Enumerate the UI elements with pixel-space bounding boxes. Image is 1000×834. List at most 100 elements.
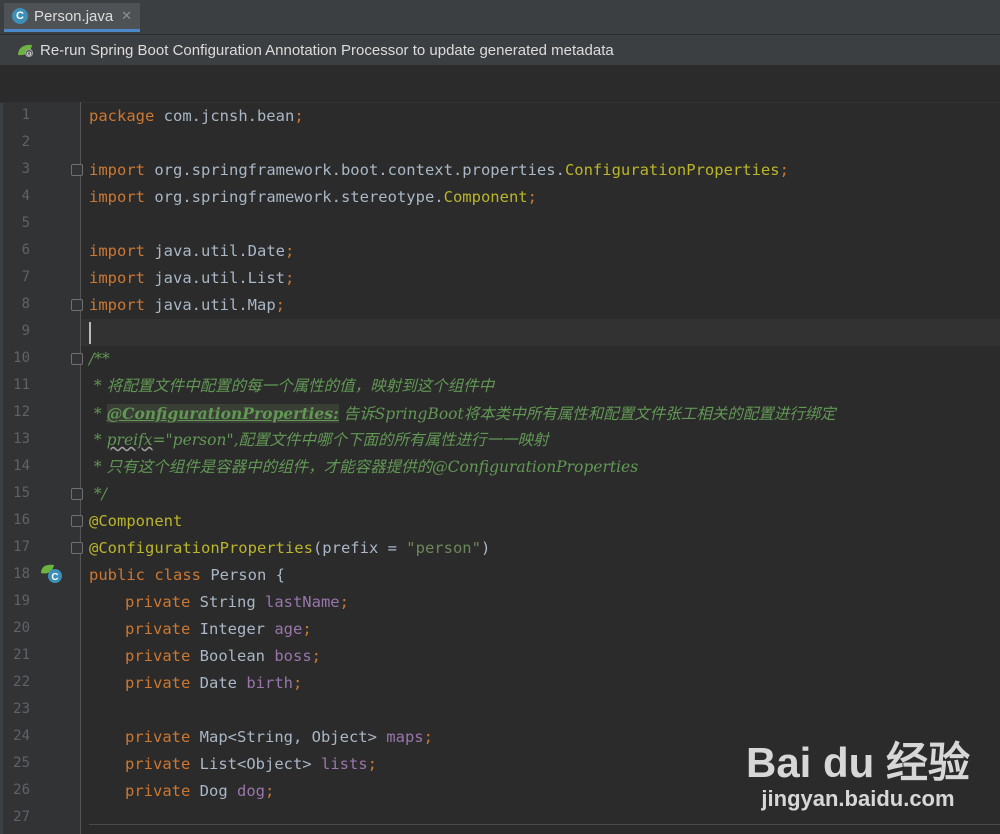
code-line-19: private String lastName;: [81, 589, 1000, 616]
keyword: import: [89, 242, 145, 260]
notification-bar[interactable]: Re-run Spring Boot Configuration Annotat…: [0, 35, 1000, 65]
line-number: 15: [13, 485, 30, 501]
code-line-18: public class Person {: [81, 562, 1000, 589]
import-path: org.springframework.boot.context.propert…: [145, 161, 565, 179]
keyword: import: [89, 161, 145, 179]
line-number: 21: [13, 647, 30, 663]
code-line-16: @Component: [81, 508, 1000, 535]
semicolon: ;: [275, 296, 285, 314]
comment: 告诉SpringBoot将本类中所有属性和配置文件张工相关的配置进行绑定: [338, 405, 836, 423]
type: Boolean: [190, 647, 275, 665]
annotation-args: (prefix =: [312, 539, 407, 557]
type: Map<String, Object>: [190, 728, 387, 746]
keyword: private: [125, 593, 191, 611]
semicolon: ;: [527, 188, 537, 206]
annotation: @Component: [89, 512, 183, 530]
field-name: dog: [237, 782, 265, 800]
line-number: 13: [13, 431, 30, 447]
code-editor[interactable]: package com.jcnsh.bean; import org.sprin…: [81, 102, 1000, 834]
line-number: 24: [13, 728, 30, 744]
keyword: import: [89, 296, 145, 314]
watermark-logo: Bai du 经验: [745, 739, 970, 786]
line-number: 3: [21, 161, 30, 177]
annotation: @ConfigurationProperties: [89, 539, 313, 557]
code-line-22: private Date birth;: [81, 670, 1000, 697]
semicolon: ;: [293, 674, 303, 692]
semicolon: ;: [367, 755, 377, 773]
keyword: private: [125, 728, 191, 746]
string-literal: "person": [406, 539, 481, 557]
code-line-6: import java.util.Date;: [81, 238, 1000, 265]
keyword: private: [125, 755, 191, 773]
semicolon: ;: [265, 782, 275, 800]
code-line-15: */: [81, 481, 1000, 508]
code-line-3: import org.springframework.boot.context.…: [81, 157, 1000, 184]
method-separator: [89, 824, 1000, 825]
close-icon[interactable]: ✕: [121, 8, 132, 24]
type: Date: [190, 674, 247, 692]
line-number: 23: [13, 701, 30, 717]
type: String: [190, 593, 265, 611]
code-line-11: * 将配置文件中配置的每一个属性的值，映射到这个组件中: [81, 373, 1000, 400]
keyword: private: [125, 647, 191, 665]
code-line-17: @ConfigurationProperties(prefix = "perso…: [81, 535, 1000, 562]
field-name: birth: [246, 674, 293, 692]
spring-bean-gutter-icon[interactable]: C: [40, 563, 64, 585]
svg-text:C: C: [51, 572, 58, 583]
field-name: lastName: [264, 593, 340, 611]
line-number: 25: [13, 755, 30, 771]
line-number: 2: [21, 134, 30, 150]
line-number: 7: [21, 269, 30, 285]
semicolon: ;: [423, 728, 433, 746]
line-number: 12: [13, 404, 30, 420]
import-class: ConfigurationProperties: [564, 161, 780, 179]
comment: */: [89, 485, 107, 503]
import-path: org.springframework.stereotype.: [145, 188, 444, 206]
comment: *: [89, 405, 107, 423]
line-number: 4: [21, 188, 30, 204]
tab-person-java[interactable]: C Person.java ✕: [4, 3, 140, 32]
line-number: 19: [13, 593, 30, 609]
editor-tab-bar: C Person.java ✕: [0, 0, 1000, 35]
paren: ): [480, 539, 491, 557]
comment: *: [89, 431, 107, 449]
comment-tag: @ConfigurationProperties:: [106, 404, 339, 423]
code-line-20: private Integer age;: [81, 616, 1000, 643]
line-number-gutter[interactable]: 1 2 3 4 5 6 7 8 9 10 11 12 13 14 15 16 1…: [3, 102, 83, 834]
code-line-14: * 只有这个组件是容器中的组件，才能容器提供的@ConfigurationPro…: [81, 454, 1000, 481]
code-line-12: * @ConfigurationProperties: 告诉SpringBoot…: [81, 400, 1000, 427]
line-number: 18: [13, 566, 30, 582]
java-class-icon: C: [12, 8, 28, 24]
semicolon: ;: [284, 242, 295, 260]
semicolon: ;: [302, 620, 312, 638]
keyword: import: [89, 269, 145, 287]
code-line-8: import java.util.Map;: [81, 292, 1000, 319]
notification-text: Re-run Spring Boot Configuration Annotat…: [40, 41, 614, 59]
keyword: private: [125, 674, 191, 692]
spring-leaf-icon: [16, 43, 34, 58]
line-number: 22: [13, 674, 30, 690]
line-number: 1: [21, 107, 30, 123]
semicolon: ;: [779, 161, 789, 179]
spelling-warning[interactable]: preifx: [107, 431, 153, 449]
field-name: boss: [274, 647, 312, 665]
code-line-7: import java.util.List;: [81, 265, 1000, 292]
editor-top-spacer: [0, 65, 1000, 103]
line-number: 20: [13, 620, 30, 636]
tab-label: Person.java: [34, 7, 114, 25]
field-name: lists: [320, 755, 368, 773]
package-name: com.jcnsh.bean: [154, 107, 295, 125]
keyword: private: [125, 620, 191, 638]
line-number: 26: [13, 782, 30, 798]
code-line-21: private Boolean boss;: [81, 643, 1000, 670]
line-number: 16: [13, 512, 30, 528]
line-number: 5: [21, 215, 30, 231]
keyword: public class: [89, 566, 201, 584]
semicolon: ;: [339, 593, 349, 611]
line-number: 6: [21, 242, 30, 258]
line-number: 9: [21, 323, 30, 339]
text-caret: [89, 321, 91, 344]
semicolon: ;: [311, 647, 321, 665]
line-number: 14: [13, 458, 30, 474]
line-number: 17: [13, 539, 30, 555]
